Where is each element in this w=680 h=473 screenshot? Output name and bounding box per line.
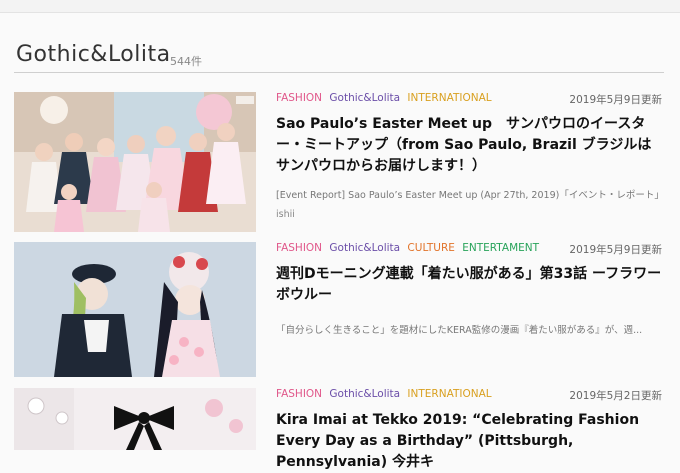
thumbnail-image <box>14 92 256 232</box>
article-excerpt: [Event Report] Sao Paulo’s Easter Meet u… <box>276 190 664 201</box>
tag-entertainment[interactable]: ENTERTAMENT <box>462 242 539 254</box>
article-thumbnail[interactable] <box>14 242 256 377</box>
article-card[interactable]: FASHION Gothic&Lolita CULTURE ENTERTAMEN… <box>14 242 664 377</box>
top-bar <box>0 0 680 13</box>
article-card[interactable]: FASHION Gothic&Lolita INTERNATIONAL 2019… <box>14 92 664 232</box>
tag-fashion[interactable]: FASHION <box>276 242 322 254</box>
article-title[interactable]: Kira Imai at Tekko 2019: “Celebrating Fa… <box>276 410 664 473</box>
article-author[interactable]: ishii <box>276 209 664 220</box>
tag-culture[interactable]: CULTURE <box>407 242 454 254</box>
article-title[interactable]: Sao Paulo’s Easter Meet up サンパウロのイースター・ミ… <box>276 114 664 177</box>
article-thumbnail[interactable] <box>14 388 256 450</box>
tag-international[interactable]: INTERNATIONAL <box>407 92 491 104</box>
article-title[interactable]: 週刊Dモーニング連載「着たい服がある」第33話 ーフラワーボウルー <box>276 264 664 306</box>
section-header: Gothic&Lolita 544件 <box>14 42 664 73</box>
tag-fashion[interactable]: FASHION <box>276 92 322 104</box>
thumbnail-image <box>14 242 256 377</box>
article-excerpt: 「自分らしく生きること」を題材にしたKERA監修の漫画『着たい服がある』が、週.… <box>276 325 643 336</box>
tag-international[interactable]: INTERNATIONAL <box>407 388 491 400</box>
article-card[interactable]: FASHION Gothic&Lolita INTERNATIONAL 2019… <box>14 388 664 470</box>
tag-gothic-lolita[interactable]: Gothic&Lolita <box>329 388 400 400</box>
page-title: Gothic&Lolita <box>16 42 171 67</box>
thumbnail-image <box>14 388 256 450</box>
article-count: 544件 <box>170 55 202 68</box>
article-date: 2019年5月9日更新 <box>569 94 662 106</box>
tag-fashion[interactable]: FASHION <box>276 388 322 400</box>
tag-gothic-lolita[interactable]: Gothic&Lolita <box>329 92 400 104</box>
article-date: 2019年5月2日更新 <box>569 390 662 402</box>
article-date: 2019年5月9日更新 <box>569 244 662 256</box>
tag-gothic-lolita[interactable]: Gothic&Lolita <box>329 242 400 254</box>
article-thumbnail[interactable] <box>14 92 256 232</box>
